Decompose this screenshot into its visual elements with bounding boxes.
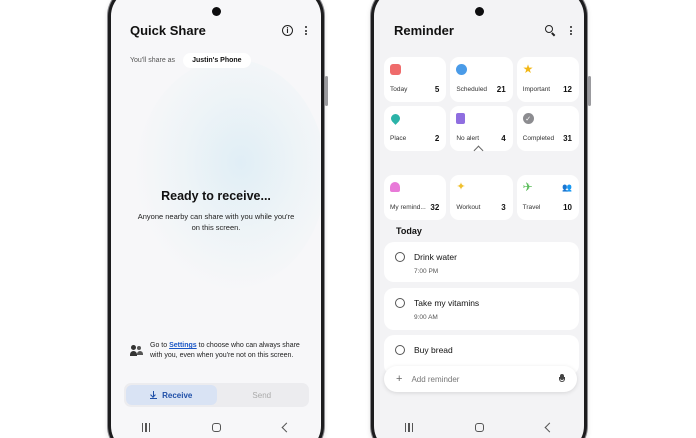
category-completed[interactable]: ✓ Completed 31 [516, 106, 579, 151]
add-reminder-bar[interactable]: + Add reminder [384, 366, 577, 392]
category-today[interactable]: Today 5 [384, 57, 447, 102]
receive-label: Receive [162, 390, 193, 400]
ready-description: Anyone nearby can share with you while y… [137, 212, 295, 232]
category-grid: Today 5 Scheduled 21 ★ Important 12 Plac… [384, 57, 579, 151]
category-count: 12 [563, 85, 572, 94]
category-count: 5 [434, 85, 440, 94]
microphone-icon[interactable] [559, 374, 565, 384]
settings-hint: Go to Settings to choose who can always … [130, 341, 307, 361]
front-camera [474, 7, 484, 16]
reminder-title: Take my vitamins [414, 298, 480, 308]
category-count: 31 [563, 134, 572, 143]
complete-checkbox[interactable] [395, 252, 405, 262]
category-count: 21 [496, 85, 506, 94]
device-name-chip[interactable]: Justin's Phone [183, 53, 251, 68]
recent-apps-icon[interactable] [404, 422, 414, 432]
calendar-icon [390, 64, 401, 75]
reminder-time: 9:00 AM [414, 314, 438, 321]
complete-checkbox[interactable] [395, 298, 405, 308]
navigation-bar [374, 415, 584, 438]
runner-icon: ✦ [456, 181, 466, 193]
share-as-label: You'll share as [130, 57, 176, 64]
plus-icon: + [396, 373, 403, 385]
category-count: 4 [501, 134, 506, 143]
more-options-icon[interactable] [303, 26, 309, 35]
home-icon[interactable] [212, 422, 222, 432]
section-title: Today [396, 226, 422, 236]
location-pin-icon [389, 112, 402, 125]
people-icon [130, 345, 144, 357]
volume-button [325, 76, 328, 106]
reminder-header: Reminder [394, 23, 574, 38]
clock-icon [456, 64, 468, 75]
app-title: Reminder [394, 23, 454, 38]
receive-glow [136, 59, 321, 289]
category-label: Today [390, 86, 408, 93]
reminder-item[interactable]: Drink water 7:00 PM [384, 242, 579, 282]
more-options-icon[interactable] [568, 26, 574, 35]
share-as-row: You'll share as Justin's Phone [130, 53, 251, 68]
note-icon [456, 113, 466, 124]
category-count: 10 [563, 203, 572, 212]
back-icon[interactable] [281, 422, 292, 432]
category-label: Travel [522, 204, 541, 211]
bell-icon [390, 182, 400, 192]
category-important[interactable]: ★ Important 12 [516, 57, 579, 102]
app-title: Quick Share [130, 23, 206, 38]
phone-quick-share: Quick Share i You'll share as Justin's P… [108, 0, 328, 438]
category-label: No alert [456, 135, 480, 142]
stage: Quick Share i You'll share as Justin's P… [0, 0, 696, 438]
settings-hint-text: Go to Settings to choose who can always … [150, 341, 307, 361]
back-icon[interactable] [544, 422, 555, 432]
star-icon: ★ [522, 62, 534, 76]
search-icon[interactable] [545, 25, 556, 37]
category-count: 2 [434, 134, 440, 143]
category-label: Important [522, 86, 551, 93]
navigation-bar [111, 415, 321, 438]
category-place[interactable]: Place 2 [384, 106, 447, 151]
airplane-icon: ✈ [522, 180, 533, 194]
category-label: Workout [456, 204, 481, 211]
category-count: 3 [501, 203, 506, 212]
volume-button [588, 76, 591, 106]
category-count: 32 [430, 203, 440, 212]
info-icon[interactable]: i [282, 25, 293, 36]
home-icon[interactable] [475, 422, 485, 432]
category-label: My remind... [390, 204, 426, 211]
settings-hint-prefix: Go to [150, 342, 170, 349]
reminder-item[interactable]: Take my vitamins 9:00 AM [384, 288, 579, 330]
category-scheduled[interactable]: Scheduled 21 [450, 57, 513, 102]
category-label: Completed [522, 135, 555, 142]
list-travel[interactable]: ✈ 👥 Travel 10 [516, 175, 579, 220]
complete-checkbox[interactable] [395, 345, 405, 355]
category-label: Scheduled [456, 86, 488, 93]
reminder-screen: Reminder Today 5 Scheduled 21 ★ Importan [374, 0, 584, 438]
quick-share-screen: Quick Share i You'll share as Justin's P… [111, 0, 321, 438]
receive-tab[interactable]: Receive [126, 385, 217, 405]
add-reminder-input[interactable]: Add reminder [411, 375, 559, 384]
ready-title: Ready to receive... [161, 189, 271, 203]
receive-send-toggle: Receive Send [124, 383, 309, 407]
shared-people-icon: 👥 [562, 183, 572, 192]
list-my-reminders[interactable]: My remind... 32 [384, 175, 447, 220]
phone-reminder: Reminder Today 5 Scheduled 21 ★ Importan [371, 0, 591, 438]
category-label: Place [390, 135, 407, 142]
reminder-title: Drink water [414, 252, 457, 262]
custom-list-grid: My remind... 32 ✦ Workout 3 ✈ 👥 Travel 1… [384, 175, 579, 220]
category-no-alert[interactable]: No alert 4 [450, 106, 513, 151]
reminder-time: 7:00 PM [414, 268, 439, 275]
quick-share-header: Quick Share i [130, 23, 309, 38]
check-circle-icon: ✓ [522, 113, 534, 124]
send-tab[interactable]: Send [217, 385, 308, 405]
reminder-title: Buy bread [414, 345, 453, 355]
settings-link[interactable]: Settings [169, 342, 197, 349]
download-icon [150, 391, 158, 399]
list-workout[interactable]: ✦ Workout 3 [450, 175, 513, 220]
recent-apps-icon[interactable] [141, 422, 151, 432]
send-label: Send [252, 390, 272, 400]
front-camera [211, 7, 221, 16]
